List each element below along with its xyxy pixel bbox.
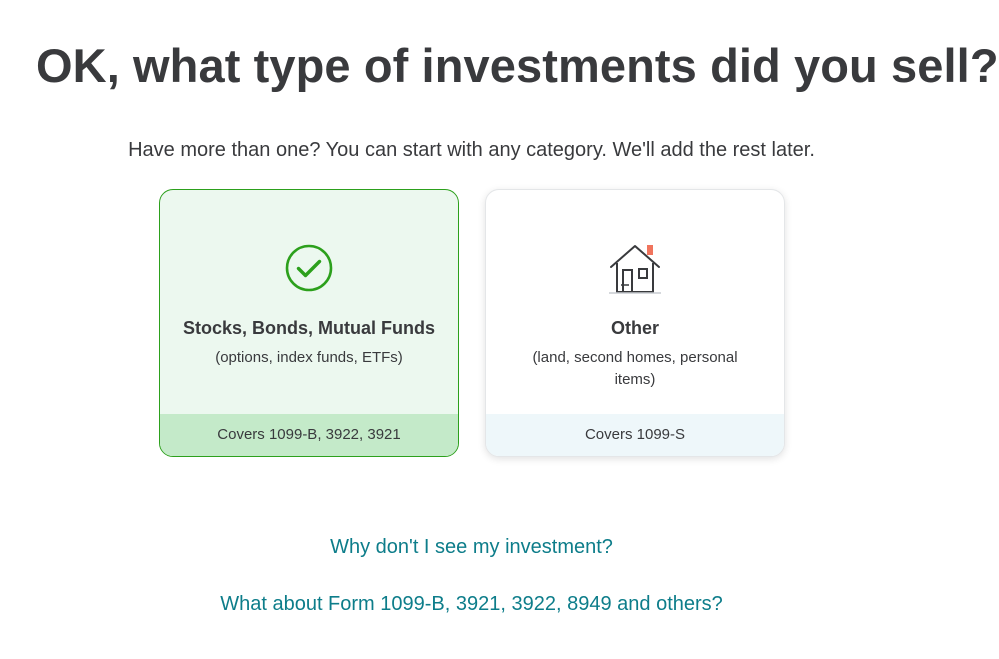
page-title: OK, what type of investments did you sel… bbox=[36, 39, 999, 92]
house-icon bbox=[607, 240, 663, 296]
what-about-forms-link[interactable]: What about Form 1099-B, 3921, 3922, 8949… bbox=[0, 591, 943, 617]
investment-card-stocks[interactable]: Stocks, Bonds, Mutual Funds (options, in… bbox=[159, 189, 459, 457]
card-description: (land, second homes, personal items) bbox=[532, 349, 738, 388]
card-footer: Covers 1099-B, 3922, 3921 bbox=[160, 414, 458, 456]
card-title: Other bbox=[610, 318, 659, 338]
investment-card-other[interactable]: Other (land, second homes, personal item… bbox=[485, 189, 785, 457]
card-description: (options, index funds, ETFs) bbox=[215, 349, 403, 366]
check-circle-icon bbox=[281, 240, 337, 296]
why-dont-i-see-investment-link[interactable]: Why don't I see my investment? bbox=[0, 534, 943, 560]
card-footer: Covers 1099-S bbox=[486, 414, 784, 456]
card-title: Stocks, Bonds, Mutual Funds bbox=[182, 318, 435, 338]
page-subtitle: Have more than one? You can start with a… bbox=[128, 139, 815, 161]
